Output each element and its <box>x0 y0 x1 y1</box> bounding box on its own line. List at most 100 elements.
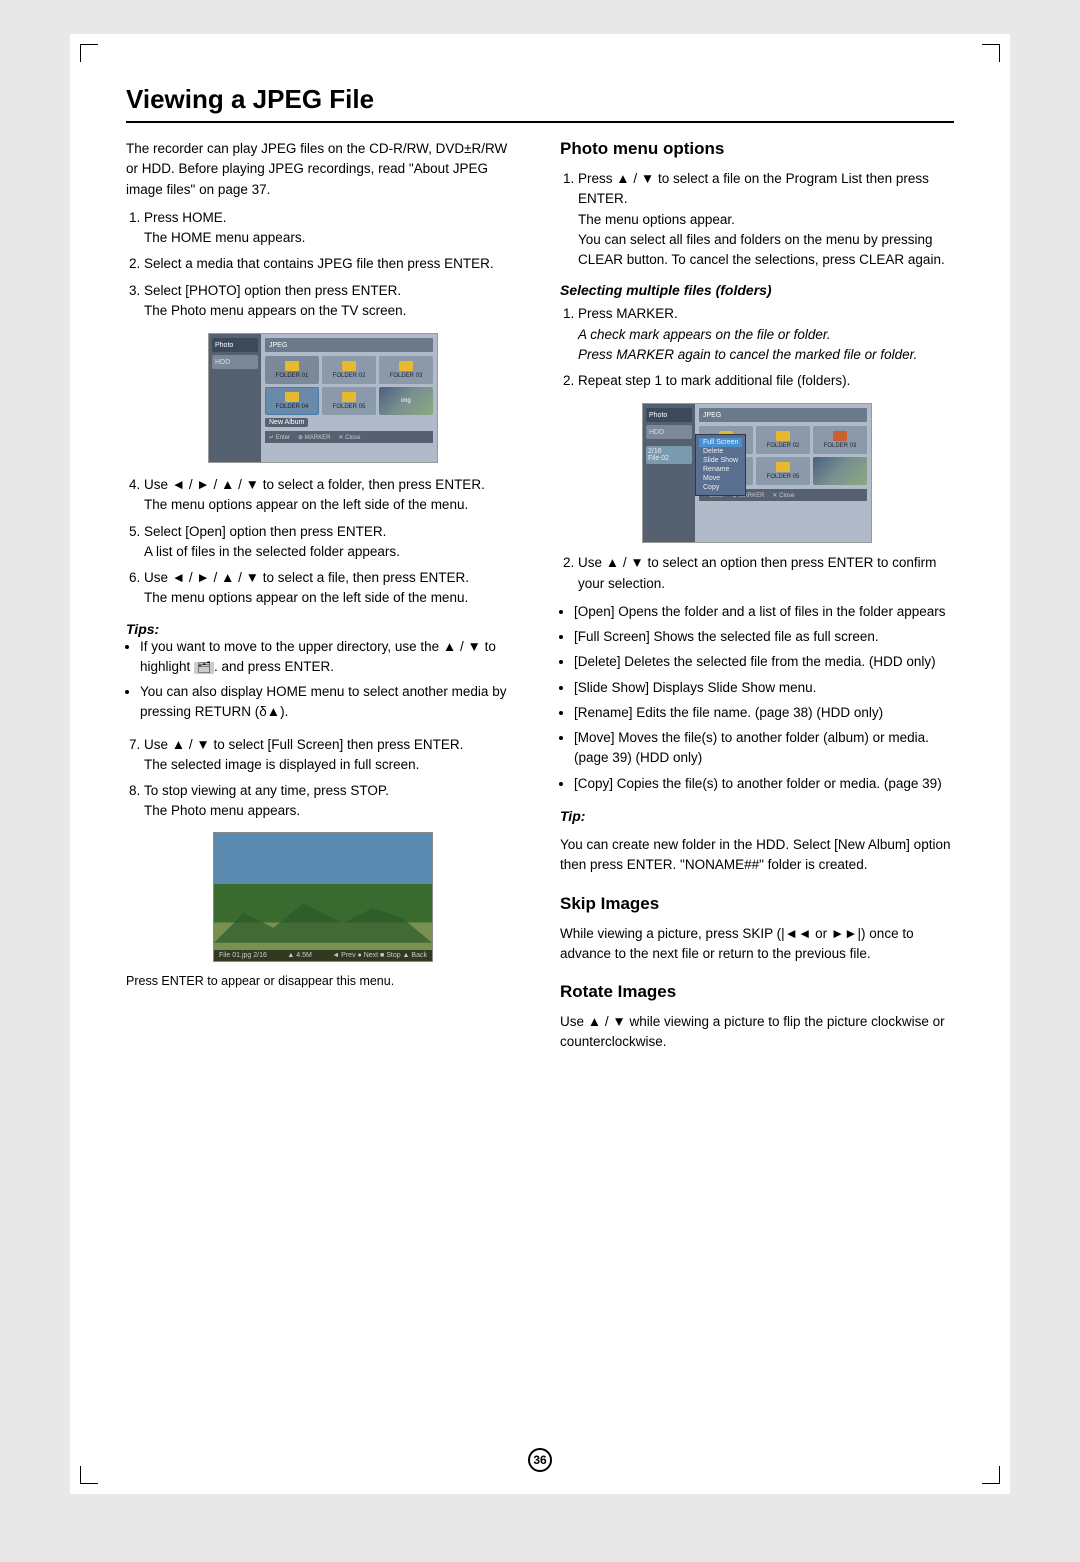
steps-list-1: Press HOME. The HOME menu appears. Selec… <box>144 208 520 321</box>
mock-folder-4: FOLDER 04 <box>265 387 319 415</box>
step-6: Use ◄ / ► / ▲ / ▼ to select a file, then… <box>144 568 520 609</box>
step-3-sub: The Photo menu appears on the TV screen. <box>144 303 406 318</box>
tip-2: You can also display HOME menu to select… <box>140 682 520 723</box>
step-5: Select [Open] option then press ENTER. A… <box>144 522 520 563</box>
mock-folder-2-3: FOLDER 03 <box>813 426 867 454</box>
step-8: To stop viewing at any time, press STOP.… <box>144 781 520 822</box>
corner-mark-bl <box>80 1466 98 1484</box>
mock-folder-2: FOLDER 02 <box>322 356 376 384</box>
mock-sidebar-hdd: HDD <box>212 355 258 369</box>
mock-menu-fullscreen: Full Screen <box>699 438 742 447</box>
right-step-2: Use ▲ / ▼ to select an option then press… <box>578 553 954 594</box>
folder-label-img: img <box>401 398 411 404</box>
options-list: [Open] Opens the folder and a list of fi… <box>574 602 954 794</box>
folder-label-2-5: FOLDER 05 <box>767 474 800 480</box>
folder-label-3: FOLDER 03 <box>390 373 423 379</box>
rotate-text: Use ▲ / ▼ while viewing a picture to fli… <box>560 1012 954 1053</box>
step-6-main: Use ◄ / ► / ▲ / ▼ to select a file, then… <box>144 570 469 585</box>
right-steps-list-2: Use ▲ / ▼ to select an option then press… <box>578 553 954 594</box>
option-move: [Move] Moves the file(s) to another fold… <box>574 728 954 769</box>
mock-folder-2-2: FOLDER 02 <box>756 426 810 454</box>
right-steps-list: Press ▲ / ▼ to select a file on the Prog… <box>578 169 954 270</box>
mountain-svg <box>214 893 432 943</box>
intro-text: The recorder can play JPEG files on the … <box>126 139 520 200</box>
mock-bottom-enter: ↵ Enter <box>269 434 290 441</box>
selecting-step-1: Press MARKER. A check mark appears on th… <box>578 304 954 365</box>
step-3: Select [PHOTO] option then press ENTER. … <box>144 281 520 322</box>
mock-bottom-close-2: ✕ Close <box>772 492 794 499</box>
photo-size: ▲ 4.5M <box>287 952 311 959</box>
tips-label: Tips: <box>126 621 159 637</box>
folder-icon-1 <box>285 361 299 371</box>
corner-mark-br <box>982 1466 1000 1484</box>
mock-folder-1: FOLDER 01 <box>265 356 319 384</box>
folder-icon-2 <box>342 361 356 371</box>
step-6-sub: The menu options appear on the left side… <box>144 590 468 605</box>
selecting-step-2: Repeat step 1 to mark additional file (f… <box>578 371 954 391</box>
option-slideshow: [Slide Show] Displays Slide Show menu. <box>574 678 954 698</box>
mock-folder-3: FOLDER 03 <box>379 356 433 384</box>
mock-bottom-mark: ⊕ MARKER <box>298 434 330 441</box>
selecting-steps-list: Press MARKER. A check mark appears on th… <box>578 304 954 391</box>
right-column: Photo menu options Press ▲ / ▼ to select… <box>560 139 954 1065</box>
steps-list-2: Use ◄ / ► / ▲ / ▼ to select a folder, th… <box>144 475 520 609</box>
rotate-title: Rotate Images <box>560 982 954 1002</box>
step-1: Press HOME. The HOME menu appears. <box>144 208 520 249</box>
mock-folder-5: FOLDER 05 <box>322 387 376 415</box>
option-fullscreen: [Full Screen] Shows the selected file as… <box>574 627 954 647</box>
two-column-layout: The recorder can play JPEG files on the … <box>126 139 954 1065</box>
mock-title-bar-2: JPEG <box>699 408 867 422</box>
mock-file-count: 2/16File 02 <box>646 446 692 464</box>
selecting-step-1-sub2: Press MARKER again to cancel the marked … <box>578 347 917 362</box>
mock-menu-slideshow: Slide Show <box>699 456 742 465</box>
photo-preview-screenshot: File 01.jpg 2/16 ▲ 4.5M ◄ Prev ● Next ■ … <box>213 832 433 962</box>
folder-icon-2-2 <box>776 431 790 441</box>
tip-label-text: Tip: <box>560 808 585 824</box>
folder-label-5: FOLDER 05 <box>333 404 366 410</box>
corner-mark-tr <box>982 44 1000 62</box>
mock-sidebar-photo-2: Photo <box>646 408 692 422</box>
folder-icon-2-3 <box>833 431 847 441</box>
selecting-step-1-main: Press MARKER. <box>578 306 678 321</box>
page-title: Viewing a JPEG File <box>126 84 954 123</box>
rotate-section: Rotate Images Use ▲ / ▼ while viewing a … <box>560 982 954 1053</box>
step-1-sub: The HOME menu appears. <box>144 230 305 245</box>
steps-list-3: Use ▲ / ▼ to select [Full Screen] then p… <box>144 735 520 822</box>
step-5-sub: A list of files in the selected folder a… <box>144 544 400 559</box>
step-4-sub: The menu options appear on the left side… <box>144 497 468 512</box>
screenshot-marker-menu: Photo HDD 2/16File 02 JPEG FOLDER 01 <box>642 403 872 543</box>
page-number: 36 <box>528 1448 552 1472</box>
mock-sidebar-hdd-2: HDD <box>646 425 692 439</box>
mock-folder-6: img <box>379 387 433 415</box>
folder-icon-2-5 <box>776 462 790 472</box>
page: Viewing a JPEG File The recorder can pla… <box>70 34 1010 1494</box>
mock-sidebar: Photo HDD <box>209 334 261 462</box>
right-step-1-sub1: The menu options appear. <box>578 212 735 227</box>
right-step-1-main: Press ▲ / ▼ to select a file on the Prog… <box>578 171 929 206</box>
screenshot-photo-menu: Photo HDD JPEG FOLDER 01 <box>208 333 438 463</box>
option-rename: [Rename] Edits the file name. (page 38) … <box>574 703 954 723</box>
step-4: Use ◄ / ► / ▲ / ▼ to select a folder, th… <box>144 475 520 516</box>
tips-list: If you want to move to the upper directo… <box>140 637 520 723</box>
left-column: The recorder can play JPEG files on the … <box>126 139 520 1065</box>
step-7: Use ▲ / ▼ to select [Full Screen] then p… <box>144 735 520 776</box>
step-5-main: Select [Open] option then press ENTER. <box>144 524 386 539</box>
mock-bottom-bar-1: ↵ Enter ⊕ MARKER ✕ Close <box>265 431 433 443</box>
photo-info-bar: File 01.jpg 2/16 ▲ 4.5M ◄ Prev ● Next ■ … <box>214 950 432 961</box>
selecting-step-2-main: Repeat step 1 to mark additional file (f… <box>578 373 850 388</box>
step-7-main: Use ▲ / ▼ to select [Full Screen] then p… <box>144 737 463 752</box>
mock-new-album-bar: New Album <box>265 418 433 427</box>
selecting-step-1-sub1: A check mark appears on the file or fold… <box>578 327 831 342</box>
tip-text-right: You can create new folder in the HDD. Se… <box>560 835 954 876</box>
mock-menu-rename: Rename <box>699 465 742 474</box>
option-delete: [Delete] Deletes the selected file from … <box>574 652 954 672</box>
photo-filename: File 01.jpg 2/16 <box>219 952 267 959</box>
tip-block-right: Tip: You can create new folder in the HD… <box>560 806 954 876</box>
mock-menu-copy: Copy <box>699 483 742 492</box>
step-4-main: Use ◄ / ► / ▲ / ▼ to select a folder, th… <box>144 477 485 492</box>
mock-title-bar: JPEG <box>265 338 433 352</box>
tips-block: Tips: If you want to move to the upper d… <box>126 621 520 723</box>
folder-label-2: FOLDER 02 <box>333 373 366 379</box>
photo-controls: ◄ Prev ● Next ■ Stop ▲ Back <box>332 952 427 959</box>
step-7-sub: The selected image is displayed in full … <box>144 757 419 772</box>
